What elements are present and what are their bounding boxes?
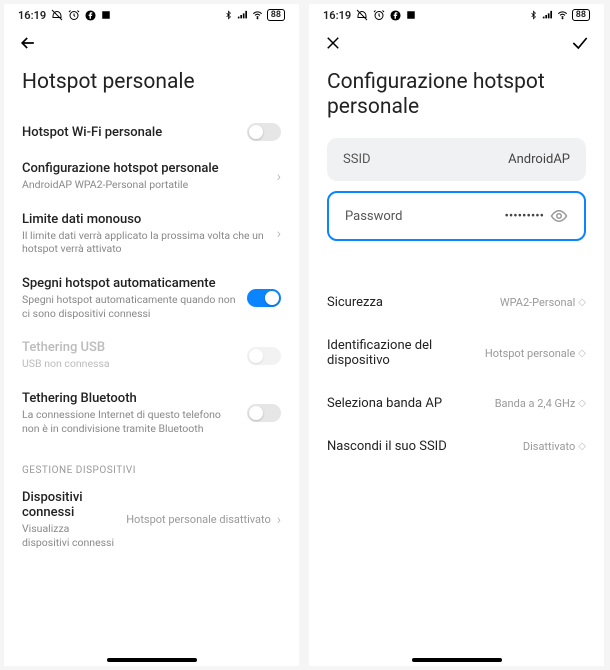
ssid-label: SSID <box>343 152 371 167</box>
back-button[interactable] <box>18 33 38 53</box>
status-bar: 16:19 88 <box>4 4 299 26</box>
updown-icon: ◇ <box>578 398 586 409</box>
bluetooth-icon <box>224 9 233 21</box>
chevron-right-icon: › <box>277 512 281 528</box>
updown-icon: ◇ <box>578 297 586 308</box>
usb-toggle <box>247 347 281 365</box>
ssid-field[interactable]: SSID AndroidAP <box>327 138 586 181</box>
alarm-icon <box>373 9 385 21</box>
hide-label: Nascondi il suo SSID <box>327 439 447 454</box>
home-indicator[interactable] <box>107 658 197 662</box>
content-left: Hotspot personale Hotspot Wi-Fi personal… <box>4 60 299 666</box>
facebook-icon <box>85 10 96 21</box>
status-bar: 16:19 88 <box>309 4 604 26</box>
security-label: Sicurezza <box>327 295 383 310</box>
row-ap-band[interactable]: Seleziona banda AP Banda a 2,4 GHz◇ <box>327 382 586 425</box>
section-device-management: GESTIONE DISPOSITIVI <box>22 465 281 476</box>
mute-icon <box>356 9 368 21</box>
signal-icon <box>541 10 553 20</box>
bt-label: Tethering Bluetooth <box>22 391 237 406</box>
deviceid-value: Hotspot personale <box>485 347 575 360</box>
connected-value: Hotspot personale disattivato <box>126 513 271 526</box>
row-auto-off[interactable]: Spegni hotspot automaticamente Spegni ho… <box>22 266 281 330</box>
alarm-icon <box>68 9 80 21</box>
header <box>4 26 299 60</box>
password-field[interactable]: Password ••••••••• <box>327 191 586 241</box>
wifi-icon <box>556 10 569 20</box>
autooff-sub: Spegni hotspot automaticamente quando no… <box>22 293 237 320</box>
clock: 16:19 <box>18 9 46 22</box>
connected-label: Dispositivi connessi <box>22 490 116 520</box>
phone-right: 16:19 88 Configurazione hotspot personal… <box>309 4 604 666</box>
content-right: Configurazione hotspot personale SSID An… <box>309 60 604 666</box>
facebook-icon <box>390 10 401 21</box>
bluetooth-icon <box>529 9 538 21</box>
row-connected-devices[interactable]: Dispositivi connessi Visualizza disposit… <box>22 480 281 559</box>
wifi-hotspot-label: Hotspot Wi-Fi personale <box>22 125 237 140</box>
chevron-right-icon: › <box>277 226 281 242</box>
ssid-value: AndroidAP <box>508 152 570 167</box>
config-label: Configurazione hotspot personale <box>22 161 267 176</box>
limit-label: Limite dati monouso <box>22 212 267 227</box>
row-security[interactable]: Sicurezza WPA2-Personal◇ <box>327 281 586 324</box>
row-device-id[interactable]: Identificazione del dispositivo Hotspot … <box>327 324 586 382</box>
deviceid-label: Identificazione del dispositivo <box>327 338 467 368</box>
stop-icon <box>406 10 416 20</box>
connected-sub: Visualizza dispositivi connessi <box>22 522 116 549</box>
page-title: Hotspot personale <box>22 70 281 95</box>
bt-toggle[interactable] <box>247 404 281 422</box>
close-button[interactable] <box>323 33 343 53</box>
config-sub: AndroidAP WPA2-Personal portatile <box>22 178 267 192</box>
autooff-label: Spegni hotspot automaticamente <box>22 276 237 291</box>
updown-icon: ◇ <box>578 441 586 452</box>
check-icon <box>570 33 590 53</box>
wifi-icon <box>251 10 264 20</box>
signal-icon <box>236 10 248 20</box>
close-icon <box>324 34 342 52</box>
chevron-right-icon: › <box>277 169 281 185</box>
mute-icon <box>51 9 63 21</box>
auto-off-toggle[interactable] <box>247 289 281 307</box>
home-indicator[interactable] <box>412 658 502 662</box>
limit-sub: Il limite dati verrà applicato la prossi… <box>22 229 267 256</box>
row-wifi-hotspot[interactable]: Hotspot Wi-Fi personale <box>22 113 281 151</box>
usb-label: Tethering USB <box>22 340 237 355</box>
phone-left: 16:19 88 Hotspot personale Hotspot Wi-Fi… <box>4 4 299 666</box>
row-bt-tethering[interactable]: Tethering Bluetooth La connessione Inter… <box>22 381 281 445</box>
band-label: Seleziona banda AP <box>327 396 442 411</box>
wifi-hotspot-toggle[interactable] <box>247 123 281 141</box>
password-label: Password <box>345 209 402 224</box>
band-value: Banda a 2,4 GHz <box>495 397 576 410</box>
page-title: Configurazione hotspot personale <box>327 70 586 120</box>
clock: 16:19 <box>323 9 351 22</box>
battery-indicator: 88 <box>267 9 285 21</box>
header <box>309 26 604 60</box>
arrow-left-icon <box>18 33 38 53</box>
password-value: ••••••••• <box>505 209 544 224</box>
hide-value: Disattivato <box>523 440 575 453</box>
row-data-limit[interactable]: Limite dati monouso Il limite dati verrà… <box>22 202 281 266</box>
stop-icon <box>101 10 111 20</box>
security-value: WPA2-Personal <box>500 296 575 309</box>
eye-icon[interactable] <box>550 207 568 225</box>
row-hotspot-config[interactable]: Configurazione hotspot personale Android… <box>22 151 281 202</box>
usb-sub: USB non connessa <box>22 357 237 371</box>
bt-sub: La connessione Internet di questo telefo… <box>22 408 237 435</box>
row-usb-tethering: Tethering USB USB non connessa <box>22 330 281 381</box>
confirm-button[interactable] <box>570 33 590 53</box>
row-hide-ssid[interactable]: Nascondi il suo SSID Disattivato◇ <box>327 425 586 468</box>
updown-icon: ◇ <box>578 348 586 359</box>
battery-indicator: 88 <box>572 9 590 21</box>
